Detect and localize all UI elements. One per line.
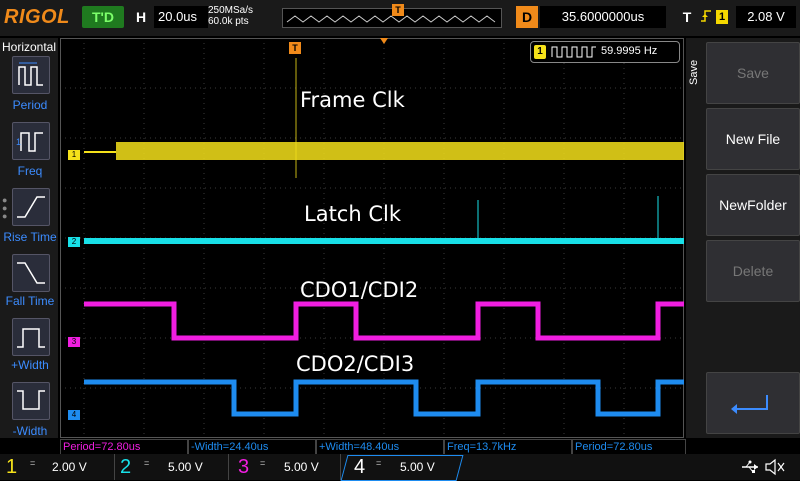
trace-label-cdo1: CDO1/CDI2 [300, 278, 419, 302]
menu-title: Horizontal [1, 40, 57, 54]
ch1-offset-marker[interactable]: 1 [68, 150, 80, 160]
frequency-counter: 1 59.9995 Hz [530, 41, 680, 63]
counter-channel-badge: 1 [534, 45, 546, 59]
return-button[interactable] [706, 372, 800, 434]
measurement-item[interactable]: Period=72.80us [572, 439, 686, 455]
menu-tab-label: Save [688, 59, 700, 85]
freq-button[interactable]: 1 [12, 122, 50, 160]
delay-key: D [516, 6, 538, 28]
ch4-scale[interactable]: 5.00 V [400, 454, 435, 480]
channel-divider [114, 454, 115, 480]
save-button[interactable]: Save [706, 42, 800, 104]
run-status-badge[interactable]: T'D [82, 6, 124, 28]
ch3-coupling: = [260, 458, 266, 468]
measurement-item[interactable]: Period=72.80us [60, 439, 188, 455]
trace-label-cdo2: CDO2/CDI3 [296, 352, 415, 376]
negative-width-icon [17, 390, 45, 410]
positive-width-icon [17, 328, 45, 348]
rise-time-icon [17, 196, 45, 218]
period-button[interactable] [12, 56, 50, 94]
ch2-coupling: = [144, 458, 150, 468]
speaker-mute-icon[interactable] [764, 458, 786, 481]
return-arrow-icon [731, 395, 768, 414]
delete-button[interactable]: Delete [706, 240, 800, 302]
usb-icon [740, 458, 760, 481]
square-wave-icon [551, 46, 596, 58]
delay-value[interactable]: 35.6000000us [540, 6, 666, 28]
ch4-offset-marker[interactable]: 4 [68, 410, 80, 420]
rising-edge-icon [700, 9, 712, 26]
ch1-coupling: = [30, 458, 36, 468]
ch4-coupling: = [376, 458, 382, 468]
pos-width-button[interactable] [12, 318, 50, 356]
brand-logo: RIGOL [4, 6, 70, 28]
measurement-item[interactable]: +Width=48.40us [316, 439, 444, 455]
frequency-icon: 1 [16, 132, 43, 152]
ch3-number[interactable]: 3 [238, 454, 249, 480]
period-label: Period [12, 98, 48, 112]
memory-depth: 60.0k pts [208, 16, 249, 27]
measurement-item[interactable]: Freq=13.7kHz [444, 439, 572, 455]
trigger-key: T [682, 9, 692, 25]
timebase-value[interactable]: 20.0us [154, 6, 208, 28]
rise-time-button[interactable] [12, 188, 50, 226]
new-file-button[interactable]: New File [706, 108, 800, 170]
new-folder-button[interactable]: NewFolder [706, 174, 800, 236]
sample-rate: 250MSa/s [208, 5, 254, 16]
trigger-position-marker: T [392, 4, 404, 16]
waveform-display[interactable]: T 1 59.9995 Hz Frame Clk Latch Clk CDO1/… [60, 38, 684, 438]
freq-label: Freq [17, 164, 43, 178]
trigger-source-badge: 1 [716, 10, 728, 24]
rise-time-label: Rise Time [3, 230, 57, 244]
fall-time-button[interactable] [12, 254, 50, 292]
trigger-time-marker: T [289, 42, 301, 54]
trigger-level-value[interactable]: 2.08 V [736, 6, 796, 28]
fall-time-label: Fall Time [5, 294, 55, 308]
measurement-item[interactable]: -Width=24.40us [188, 439, 316, 455]
ch1-scale[interactable]: 2.00 V [52, 454, 87, 480]
neg-width-label: -Width [12, 424, 48, 438]
ch3-offset-marker[interactable]: 3 [68, 337, 80, 347]
trace-label-frame-clk: Frame Clk [300, 88, 405, 112]
ch4-number[interactable]: 4 [354, 454, 365, 480]
ch2-offset-marker[interactable]: 2 [68, 237, 80, 247]
page-indicator-icon: ● ● ● [2, 195, 8, 221]
channel-divider [228, 454, 229, 480]
horizontal-key: H [135, 9, 147, 25]
fall-time-icon [17, 262, 45, 284]
counter-value: 59.9995 Hz [601, 45, 658, 57]
period-icon [18, 62, 43, 86]
ch2-number[interactable]: 2 [120, 454, 131, 480]
svg-text:1: 1 [16, 137, 21, 147]
neg-width-button[interactable] [12, 382, 50, 420]
trace-label-latch-clk: Latch Clk [304, 202, 401, 226]
acquisition-info: 250MSa/s 60.0k pts [208, 5, 253, 27]
trace-ch3 [84, 301, 684, 341]
ch2-scale[interactable]: 5.00 V [168, 454, 203, 480]
pos-width-label: +Width [11, 358, 49, 372]
ch1-number[interactable]: 1 [6, 454, 17, 480]
ch3-scale[interactable]: 5.00 V [284, 454, 319, 480]
